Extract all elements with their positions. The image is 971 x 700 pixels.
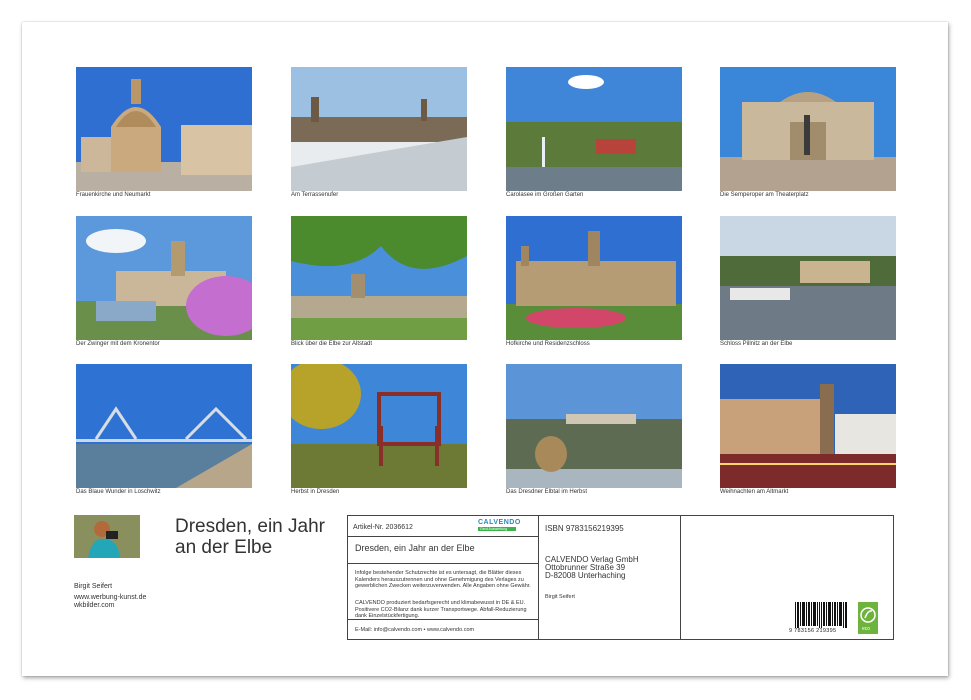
photo-hofkirche	[506, 216, 682, 340]
caption-5: Der Zwinger mit dem Kronentor	[76, 341, 160, 347]
calendar-title-line2: an der Elbe	[175, 537, 273, 558]
eco-text: CALVENDO produziert bedarfsgerecht und k…	[355, 600, 527, 619]
contact-line[interactable]: E-Mail: info@calvendo.com • www.calvendo…	[355, 627, 474, 633]
isbn: ISBN 9783156219395	[545, 524, 624, 533]
column-divider	[680, 516, 681, 639]
calendar-title-line1: Dresden, ein Jahr	[175, 516, 325, 537]
caption-9: Das Blaue Wunder in Loschwitz	[76, 489, 161, 495]
eco-label: eco	[862, 626, 871, 632]
row-divider	[348, 536, 538, 537]
caption-6: Blick über die Elbe zur Altstadt	[291, 341, 373, 347]
photo-weihnachten	[720, 364, 896, 488]
info-title: Dresden, ein Jahr an der Elbe	[355, 543, 475, 553]
publisher-city: D-82008 Unterhaching	[545, 571, 626, 580]
caption-11: Das Dresdner Elbtal im Herbst	[506, 489, 588, 495]
column-divider	[538, 516, 539, 639]
article-number: Artikel-Nr. 2036612	[353, 524, 413, 531]
calvendo-logo: CALVENDO Gerd Auswertung	[478, 519, 521, 531]
publisher-info-box: Artikel-Nr. 2036612 CALVENDO Gerd Auswer…	[347, 515, 894, 640]
caption-10: Herbst in Dresden	[291, 489, 340, 495]
photo-elbtal	[506, 364, 682, 488]
website-link-2[interactable]: wkbilder.com	[74, 602, 114, 609]
calendar-title: Dresden, ein Jahr an der Elbe	[175, 516, 345, 558]
legal-text: Infolge bestehender Schutzrechte ist es …	[355, 570, 531, 589]
photo-elbe-altstadt	[291, 216, 467, 340]
photo-frauenkirche	[76, 67, 252, 191]
author-name: Birgit Seifert	[74, 583, 113, 590]
author-small: Birgit Seifert	[545, 594, 575, 600]
caption-7: Hofkirche und Residenzschloss	[506, 341, 590, 347]
photo-blaues-wunder	[76, 364, 252, 488]
photo-terrassenufer	[291, 67, 467, 191]
caption-12: Weihnachten am Altmarkt	[720, 489, 789, 495]
photo-herbst	[291, 364, 467, 488]
photographer-photo	[74, 515, 140, 558]
photo-semperoper	[720, 67, 896, 191]
caption-2: Am Terrassenufer	[291, 192, 339, 198]
caption-4: Die Semperoper am Theaterplatz	[720, 192, 809, 198]
caption-3: Carolasee im Großen Garten	[506, 192, 584, 198]
website-link-1[interactable]: www.werbung-kunst.de	[74, 594, 146, 601]
photo-carolasee	[506, 67, 682, 191]
eco-badge: eco	[858, 602, 878, 634]
row-divider	[348, 563, 538, 564]
barcode	[795, 602, 847, 628]
photo-zwinger	[76, 216, 252, 340]
photo-pillnitz	[720, 216, 896, 340]
barcode-number: 9 783156 219395	[789, 628, 837, 634]
caption-8: Schloss Pillnitz an der Elbe	[720, 341, 793, 347]
caption-1: Frauenkirche und Neumarkt	[76, 192, 151, 198]
